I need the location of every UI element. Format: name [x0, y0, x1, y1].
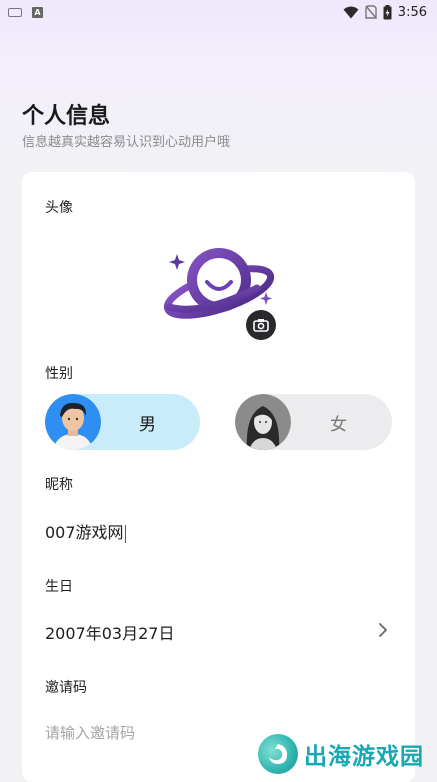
invite-code-input[interactable]: 请输入邀请码 [45, 722, 135, 743]
profile-form-card: 头像 性别 男 女 昵称 007游戏网 生日 2007年03月27日 邀请码 请… [22, 172, 415, 782]
nickname-label: 昵称 [45, 477, 73, 493]
chevron-right-icon[interactable] [378, 622, 388, 638]
status-bar: A 3:56 [0, 0, 437, 24]
no-sim-icon [365, 5, 377, 19]
a-notification-icon: A [32, 6, 43, 18]
birthday-label: 生日 [45, 579, 73, 595]
page-subtitle: 信息越真实越容易认识到心动用户哦 [22, 135, 231, 150]
camera-icon [253, 319, 269, 332]
nickname-input[interactable]: 007游戏网 [45, 519, 127, 543]
birthday-value[interactable]: 2007年03月27日 [45, 620, 174, 644]
avatar-label: 头像 [45, 200, 73, 216]
gender-male-button[interactable]: 男 [45, 394, 200, 450]
camera-badge[interactable] [246, 310, 276, 340]
avatar-picker[interactable] [162, 240, 276, 340]
female-avatar [235, 394, 291, 450]
text-cursor [124, 524, 127, 543]
watermark: 出海游戏园 [258, 734, 424, 774]
nickname-value: 007游戏网 [45, 523, 124, 542]
battery-icon [383, 4, 392, 19]
status-time: 3:56 [397, 4, 427, 20]
wifi-icon [343, 6, 359, 18]
gender-male-label: 男 [139, 414, 156, 435]
page-title: 个人信息 [22, 104, 111, 129]
gender-female-button[interactable]: 女 [235, 394, 392, 450]
watermark-text: 出海游戏园 [304, 744, 424, 770]
gender-label: 性别 [45, 366, 73, 382]
gender-female-label: 女 [330, 414, 347, 435]
male-avatar [45, 394, 101, 450]
keyboard-icon [8, 7, 22, 17]
watermark-logo-icon [258, 734, 298, 774]
invite-code-label: 邀请码 [45, 680, 87, 696]
